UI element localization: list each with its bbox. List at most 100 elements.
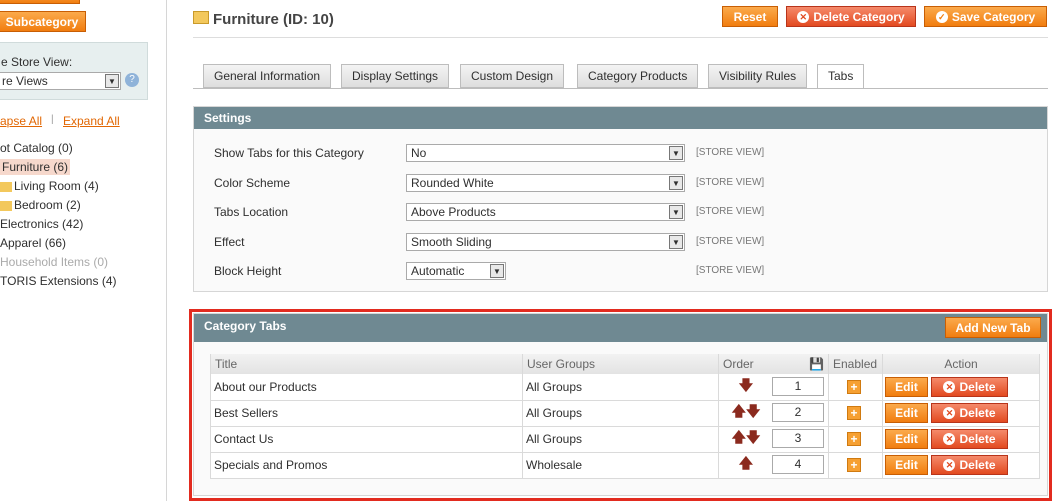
- tree-item[interactable]: ot Catalog (0): [0, 139, 116, 158]
- arrow-down-icon[interactable]: 🡇: [746, 429, 760, 445]
- field-label: Color Scheme: [214, 176, 291, 190]
- tree-item[interactable]: TORIS Extensions (4): [0, 272, 116, 291]
- edit-button[interactable]: Edit: [885, 376, 928, 397]
- delete-button[interactable]: ✕ Delete: [931, 403, 1008, 423]
- tree-item-label: Bedroom (2): [14, 198, 81, 212]
- tree-item[interactable]: Apparel (66): [0, 234, 116, 253]
- table-row: Contact Us All Groups 🡅🡇 3 + Edit ✕ Delete: [210, 426, 1040, 453]
- button-label: Delete: [959, 406, 996, 420]
- tree-item[interactable]: Bedroom (2): [0, 196, 116, 215]
- tab-custom-design[interactable]: Custom Design: [460, 64, 565, 88]
- delete-icon: ✕: [943, 459, 956, 471]
- column-order: Order 💾: [718, 354, 829, 374]
- order-input[interactable]: 4: [772, 455, 824, 475]
- tab-baseline: [193, 88, 1048, 89]
- tab-title: About our Products: [210, 374, 523, 401]
- button-label: Reset: [733, 9, 767, 24]
- folder-icon: [0, 181, 12, 192]
- column-title: Title: [210, 354, 523, 374]
- tab-title: Contact Us: [210, 426, 523, 453]
- arrow-up-icon[interactable]: 🡅: [732, 403, 746, 419]
- table-row: About our Products All Groups 🡇 1 + Edit ✕…: [210, 374, 1040, 401]
- divider: [193, 37, 1048, 38]
- collapse-all-link[interactable]: apse All: [0, 114, 42, 128]
- order-input[interactable]: 1: [772, 377, 824, 397]
- delete-icon: ✕: [943, 407, 956, 419]
- tab-title: Best Sellers: [210, 400, 523, 427]
- order-input[interactable]: 2: [772, 403, 824, 423]
- save-category-button[interactable]: ✓ Save Category: [924, 6, 1047, 27]
- add-root-category-button[interactable]: [0, 0, 80, 4]
- tab-visibility-rules[interactable]: Visibility Rules: [708, 64, 808, 88]
- tab-category-products[interactable]: Category Products: [577, 64, 699, 88]
- tree-item-label: TORIS Extensions (4): [0, 274, 117, 288]
- button-label: Delete: [959, 432, 996, 446]
- tab-tabs[interactable]: Tabs: [817, 64, 865, 89]
- enabled-toggle[interactable]: +: [847, 379, 861, 394]
- arrow-up-icon[interactable]: 🡅: [739, 455, 753, 471]
- expand-all-link[interactable]: Expand All: [63, 114, 120, 128]
- store-view-label: e Store View:: [1, 55, 73, 69]
- folder-icon: [193, 11, 209, 24]
- field-label: Effect: [214, 235, 245, 249]
- add-subcategory-button[interactable]: Subcategory: [0, 11, 86, 32]
- edit-button[interactable]: Edit: [885, 455, 928, 475]
- section-title: Category Tabs: [194, 314, 1047, 342]
- save-order-icon[interactable]: 💾: [809, 357, 824, 371]
- field-select[interactable]: Automatic ▼: [406, 262, 506, 280]
- user-group: Wholesale: [522, 452, 719, 479]
- field-select[interactable]: No ▼: [406, 144, 685, 162]
- delete-button[interactable]: ✕ Delete: [931, 376, 1008, 397]
- tree-item[interactable]: Electronics (42): [0, 215, 116, 234]
- delete-category-button[interactable]: ✕ Delete Category: [786, 6, 916, 27]
- tree-item[interactable]: Furniture (6): [0, 158, 116, 177]
- tab-display-settings[interactable]: Display Settings: [341, 64, 450, 88]
- tab-general-information[interactable]: General Information: [203, 64, 332, 88]
- add-new-tab-button[interactable]: Add New Tab: [945, 317, 1041, 338]
- scope-label: [STORE VIEW]: [696, 147, 765, 158]
- field-label: Tabs Location: [214, 205, 289, 219]
- arrow-up-icon[interactable]: 🡅: [732, 429, 746, 445]
- sidebar: Subcategory e Store View: re Views ▼ ? ap…: [0, 0, 167, 501]
- separator: |: [51, 114, 54, 125]
- settings-section: Settings: [193, 106, 1048, 292]
- select-value: No: [411, 146, 427, 160]
- button-label: Save Category: [951, 9, 1036, 24]
- column-user-groups: User Groups: [522, 354, 719, 374]
- page-title: Furniture (ID: 10): [213, 11, 334, 28]
- delete-button[interactable]: ✕ Delete: [931, 455, 1008, 475]
- button-label: Delete Category: [813, 9, 905, 24]
- tab-title: Specials and Promos: [210, 452, 523, 479]
- tree-item-label: Living Room (4): [14, 179, 99, 193]
- tree-item[interactable]: Household Items (0): [0, 253, 116, 272]
- arrow-down-icon[interactable]: 🡇: [746, 403, 760, 419]
- tree-item-label: Apparel (66): [0, 236, 67, 250]
- enabled-toggle[interactable]: +: [847, 458, 861, 472]
- order-input[interactable]: 3: [772, 429, 824, 449]
- enabled-toggle[interactable]: +: [847, 432, 861, 446]
- select-value: Rounded White: [411, 176, 494, 190]
- enabled-toggle[interactable]: +: [847, 406, 861, 420]
- table-row: Best Sellers All Groups 🡅🡇 2 + Edit ✕ Delet…: [210, 400, 1040, 427]
- help-icon[interactable]: ?: [125, 73, 139, 87]
- field-select[interactable]: Above Products ▼: [406, 203, 685, 221]
- field-select[interactable]: Smooth Sliding ▼: [406, 233, 685, 251]
- store-view-panel: e Store View: re Views ▼ ?: [0, 42, 148, 100]
- field-label: Show Tabs for this Category: [214, 146, 364, 160]
- delete-button[interactable]: ✕ Delete: [931, 429, 1008, 449]
- user-group: All Groups: [522, 374, 719, 401]
- arrow-down-icon[interactable]: 🡇: [739, 377, 753, 393]
- edit-button[interactable]: Edit: [885, 403, 928, 423]
- edit-button[interactable]: Edit: [885, 429, 928, 449]
- tree-item-label: ot Catalog (0): [0, 141, 73, 155]
- reset-button[interactable]: Reset: [722, 6, 778, 27]
- user-group: All Groups: [522, 426, 719, 453]
- tree-item-label: Electronics (42): [0, 217, 84, 231]
- delete-icon: ✕: [943, 433, 956, 445]
- field-select[interactable]: Rounded White ▼: [406, 174, 685, 192]
- tree-item[interactable]: Living Room (4): [0, 177, 116, 196]
- tree-item-label: Furniture (6): [0, 159, 71, 175]
- store-view-select[interactable]: re Views ▼: [0, 72, 121, 90]
- tree-item-label: Household Items (0): [0, 255, 109, 269]
- chevron-down-icon: ▼: [669, 235, 683, 249]
